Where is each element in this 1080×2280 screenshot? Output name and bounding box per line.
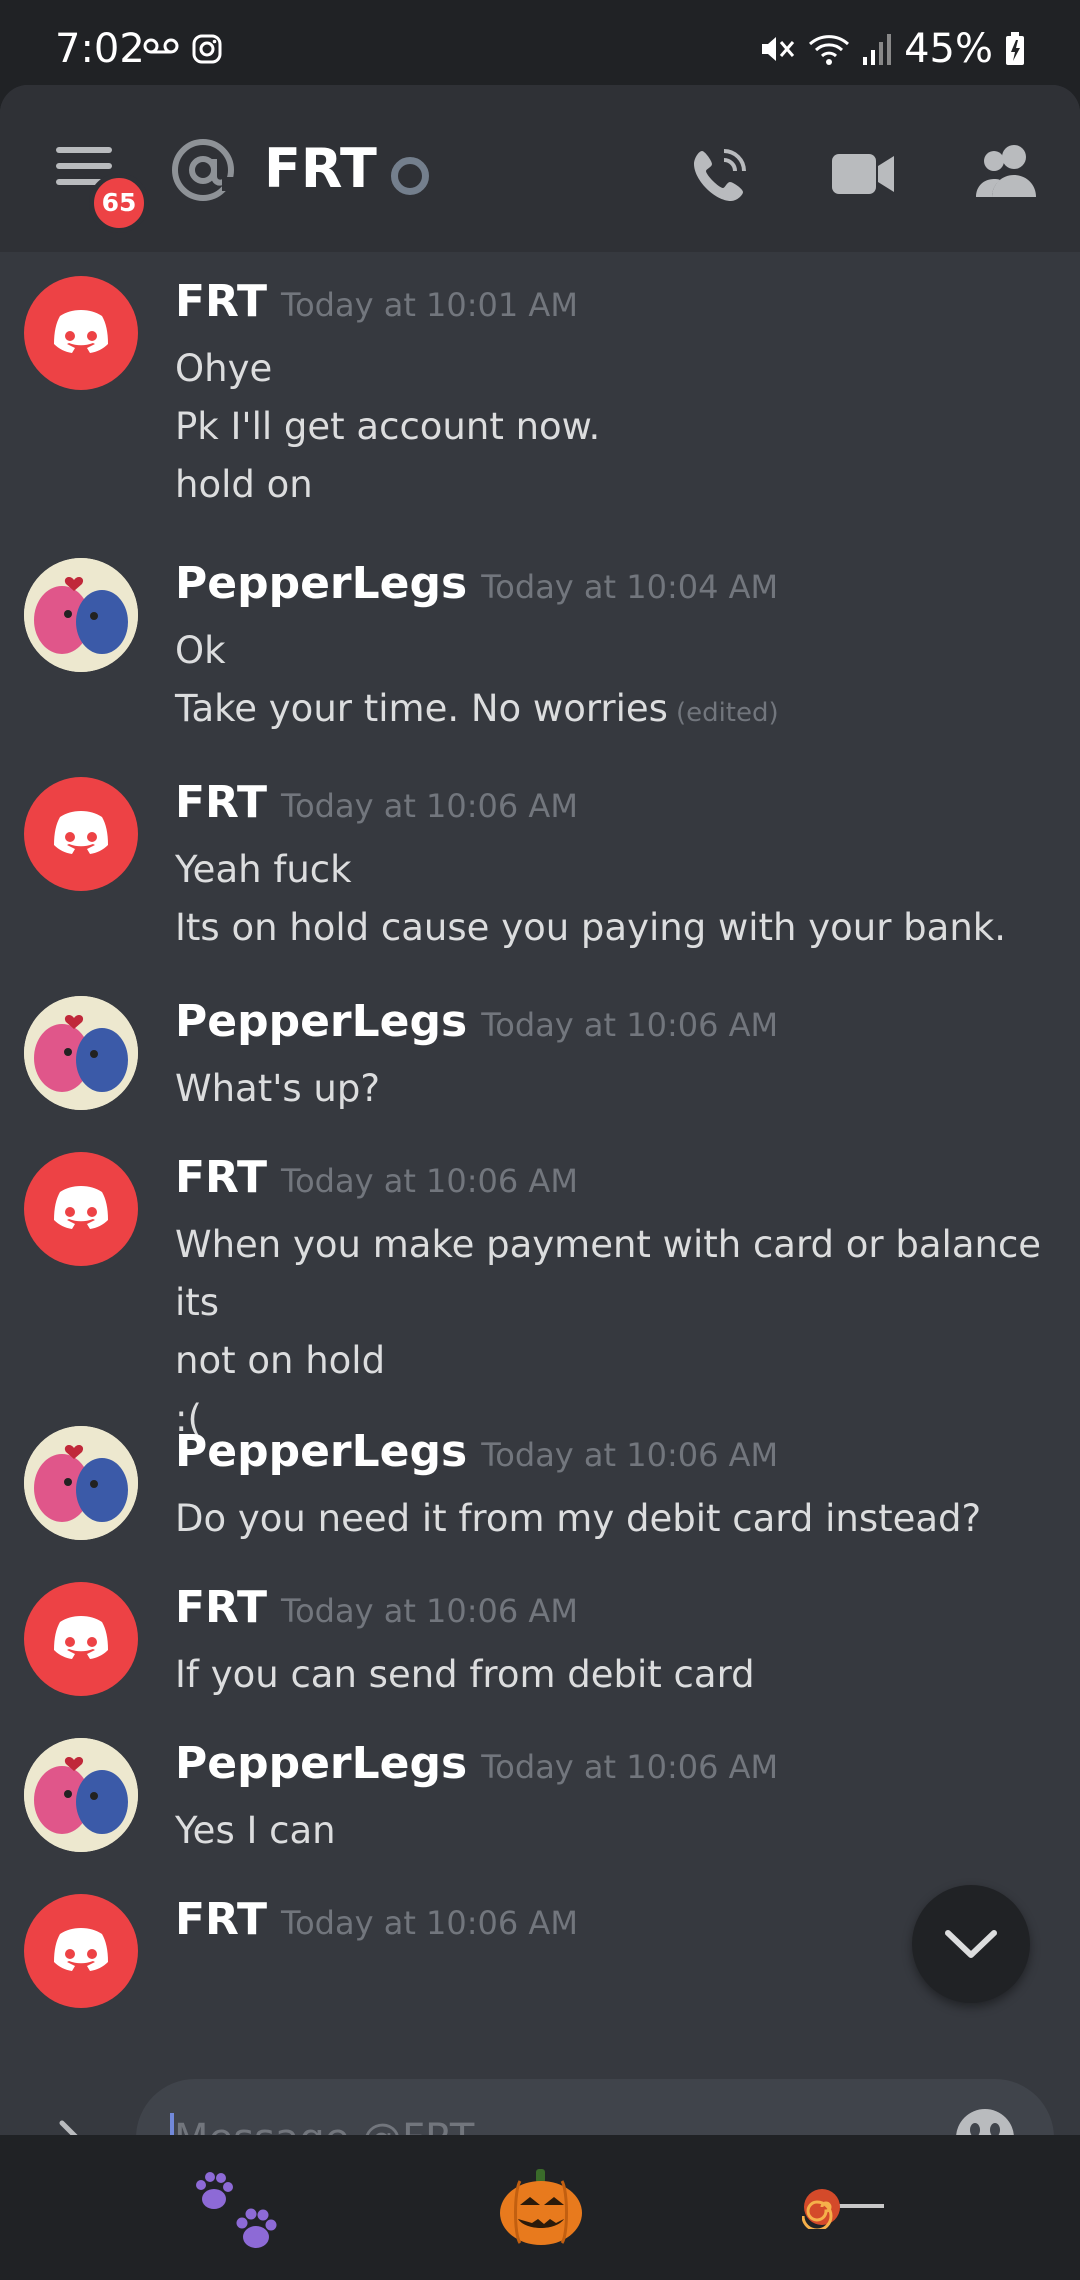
message-text: What's up?	[175, 1067, 380, 1110]
avatar[interactable]	[24, 1426, 138, 1540]
timestamp: Today at 10:06 AM	[280, 1162, 578, 1200]
message-text: Do you need it from my debit card instea…	[175, 1497, 982, 1540]
avatar[interactable]	[24, 777, 138, 891]
signal-icon	[862, 33, 892, 65]
phone-call-icon[interactable]	[688, 145, 750, 211]
message-input-container	[136, 2079, 1054, 2135]
timestamp: Today at 10:01 AM	[280, 286, 578, 324]
timestamp: Today at 10:04 AM	[481, 568, 779, 606]
timestamp: Today at 10:06 AM	[280, 1592, 578, 1630]
voicemail-icon	[143, 36, 179, 60]
chat-app: 65 FRT FRT Today at 10:01 AM Ohye Pk I'll…	[0, 85, 1080, 2135]
message-text: Yeah fuck	[175, 848, 352, 891]
edited-label: (edited)	[675, 698, 779, 728]
message-text: Its on hold cause you paying with your b…	[175, 906, 1006, 949]
bottom-dock	[0, 2135, 1080, 2280]
smiley-face-icon[interactable]	[954, 2107, 1016, 2135]
message-text-row: Take your time. No worries (edited)	[175, 680, 1055, 742]
avatar[interactable]	[24, 1738, 138, 1852]
message-text: Ohye	[175, 347, 273, 390]
chevron-down-icon	[944, 1927, 998, 1965]
message-composer	[0, 2049, 1080, 2135]
message-text: Take your time. No worries	[175, 687, 668, 730]
message-list[interactable]: FRT Today at 10:01 AM Ohye Pk I'll get ac…	[0, 252, 1080, 2049]
avatar[interactable]	[24, 996, 138, 1110]
scroll-to-bottom-button[interactable]	[912, 1885, 1030, 2003]
username[interactable]: PepperLegs	[175, 1426, 467, 1477]
channel-header: 65 FRT	[0, 85, 1080, 252]
instagram-icon	[192, 34, 222, 68]
video-camera-icon[interactable]	[832, 151, 896, 201]
jack-o-lantern-icon[interactable]	[498, 2167, 584, 2251]
message-text: Yes I can	[175, 1809, 336, 1852]
timestamp: Today at 10:06 AM	[280, 787, 578, 825]
username[interactable]: PepperLegs	[175, 996, 467, 1047]
timestamp: Today at 10:06 AM	[481, 1748, 779, 1786]
lollipop-icon[interactable]	[801, 2185, 886, 2233]
username[interactable]: FRT	[175, 1152, 267, 1203]
paw-prints-icon[interactable]	[192, 2171, 284, 2259]
battery-percent: 45%	[904, 26, 993, 72]
timestamp: Today at 10:06 AM	[481, 1006, 779, 1044]
avatar[interactable]	[24, 558, 138, 672]
avatar[interactable]	[24, 1894, 138, 2008]
notification-badge: 65	[89, 173, 149, 233]
message-input[interactable]	[172, 2079, 936, 2135]
avatar[interactable]	[24, 1582, 138, 1696]
at-sign-icon	[170, 137, 236, 207]
message-text: hold on	[175, 463, 313, 506]
channel-title: FRT	[264, 137, 377, 200]
status-time: 7:02	[55, 26, 145, 72]
message-text: not on hold	[175, 1339, 386, 1382]
message-text: If you can send from debit card	[175, 1653, 755, 1696]
wifi-icon	[808, 32, 850, 66]
username[interactable]: FRT	[175, 1582, 267, 1633]
message-text: Ok	[175, 629, 226, 672]
message-text: Pk I'll get account now.	[175, 405, 601, 448]
offline-status-indicator	[391, 157, 429, 195]
timestamp: Today at 10:06 AM	[481, 1436, 779, 1474]
battery-icon	[1005, 32, 1025, 66]
status-bar: 7:02 45%	[0, 0, 1080, 85]
mute-icon	[760, 32, 796, 66]
avatar[interactable]	[24, 276, 138, 390]
username[interactable]: FRT	[175, 276, 267, 327]
members-icon[interactable]	[974, 143, 1040, 203]
username[interactable]: FRT	[175, 777, 267, 828]
avatar[interactable]	[24, 1152, 138, 1266]
message-text: When you make payment with card or balan…	[175, 1223, 1042, 1324]
username[interactable]: PepperLegs	[175, 1738, 467, 1789]
chevron-right-icon[interactable]	[56, 2119, 86, 2135]
timestamp: Today at 10:06 AM	[280, 1904, 578, 1942]
username[interactable]: PepperLegs	[175, 558, 467, 609]
username[interactable]: FRT	[175, 1894, 267, 1945]
